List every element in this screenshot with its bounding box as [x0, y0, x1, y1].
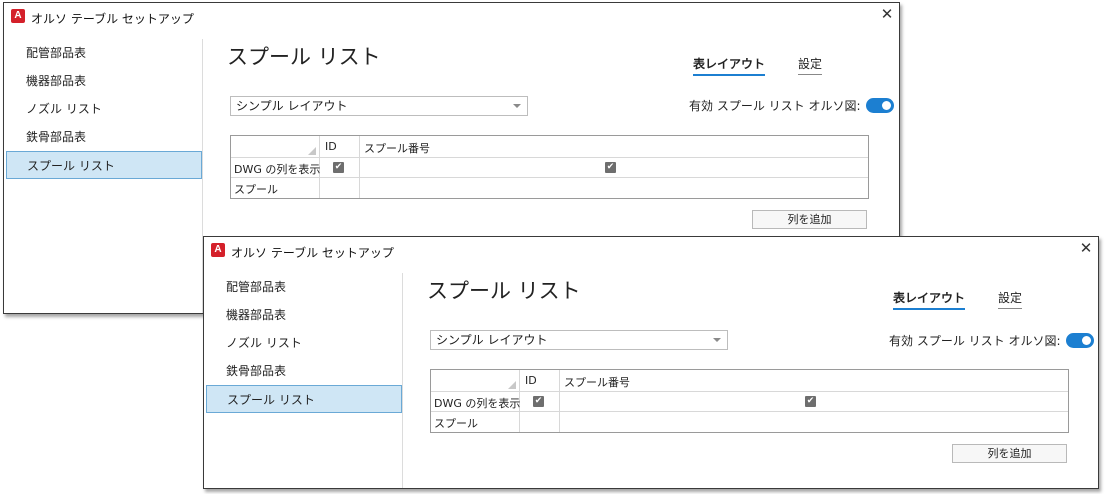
page-title: スプール リスト	[227, 45, 381, 69]
sidebar-item-spool-list[interactable]: スプール リスト	[6, 151, 202, 179]
grid-row-spool	[431, 411, 1068, 432]
column-header-spool-number[interactable]: スプール番号	[364, 140, 430, 156]
sidebar-item-steel-bom[interactable]: 鉄骨部品表	[204, 357, 402, 385]
sidebar-item-nozzle-list[interactable]: ノズル リスト	[4, 95, 202, 123]
row-label-show-columns: DWG の列を表示	[434, 397, 521, 410]
page-title: スプール リスト	[427, 279, 581, 303]
layout-select-value: シンプル レイアウト	[236, 99, 348, 113]
sidebar-item-piping-bom[interactable]: 配管部品表	[4, 39, 202, 67]
layout-select[interactable]: シンプル レイアウト	[230, 96, 528, 116]
enable-label: 有効 スプール リスト オルソ図:	[689, 99, 861, 113]
column-grid: ID スプール番号 DWG の列を表示 スプール ✔ ✔	[230, 135, 869, 199]
sidebar-item-steel-bom[interactable]: 鉄骨部品表	[4, 123, 202, 151]
table-setup-window-front: A オルソ テーブル セットアップ ✕ 配管部品表 機器部品表 ノズル リスト …	[203, 236, 1099, 489]
add-column-button[interactable]: 列を追加	[952, 444, 1067, 463]
enable-row: 有効 スプール リスト オルソ図:	[689, 97, 894, 114]
tab-table-layout[interactable]: 表レイアウト	[693, 55, 766, 76]
window-title: オルソ テーブル セットアップ	[231, 246, 394, 260]
sidebar-item-equipment-bom[interactable]: 機器部品表	[4, 67, 202, 95]
close-icon[interactable]: ✕	[879, 6, 895, 22]
sidebar-item-spool-list[interactable]: スプール リスト	[206, 385, 402, 413]
chevron-down-icon	[513, 104, 521, 108]
grid-divider	[559, 370, 560, 432]
sidebar-item-piping-bom[interactable]: 配管部品表	[204, 273, 402, 301]
corner-triangle-icon	[308, 147, 316, 155]
tab-settings[interactable]: 設定	[998, 289, 1023, 309]
corner-triangle-icon	[508, 381, 516, 389]
enable-toggle[interactable]	[865, 98, 894, 113]
app-icon: A	[211, 243, 225, 257]
layout-select[interactable]: シンプル レイアウト	[430, 330, 728, 350]
grid-row-show-columns	[231, 157, 868, 178]
add-column-button[interactable]: 列を追加	[752, 210, 867, 229]
toggle-knob	[881, 101, 891, 110]
grid-divider	[359, 136, 360, 198]
sidebar: 配管部品表 機器部品表 ノズル リスト 鉄骨部品表 スプール リスト	[204, 273, 403, 488]
title-bar: A オルソ テーブル セットアップ ✕	[4, 3, 899, 31]
checkbox-id-show[interactable]: ✔	[533, 396, 544, 407]
window-title: オルソ テーブル セットアップ	[31, 12, 194, 26]
row-label-spool: スプール	[234, 183, 278, 196]
tab-settings[interactable]: 設定	[798, 55, 823, 75]
checkbox-id-show[interactable]: ✔	[333, 162, 344, 173]
column-header-spool-number[interactable]: スプール番号	[564, 374, 630, 390]
app-icon: A	[11, 9, 25, 23]
toggle-knob	[1081, 336, 1091, 345]
sidebar-item-nozzle-list[interactable]: ノズル リスト	[204, 329, 402, 357]
sidebar-item-equipment-bom[interactable]: 機器部品表	[204, 301, 402, 329]
tab-table-layout[interactable]: 表レイアウト	[893, 289, 966, 310]
column-header-id[interactable]: ID	[525, 374, 537, 387]
chevron-down-icon	[713, 338, 721, 342]
enable-toggle[interactable]	[1065, 333, 1094, 348]
column-header-id[interactable]: ID	[325, 140, 337, 153]
row-label-show-columns: DWG の列を表示	[234, 163, 321, 176]
grid-row-show-columns	[431, 391, 1068, 412]
grid-row-spool	[231, 177, 868, 198]
title-bar: A オルソ テーブル セットアップ ✕	[204, 237, 1098, 265]
column-grid: ID スプール番号 DWG の列を表示 スプール ✔ ✔	[430, 369, 1069, 433]
close-icon[interactable]: ✕	[1078, 240, 1094, 256]
checkbox-spool-number-show[interactable]: ✔	[605, 162, 616, 173]
sidebar: 配管部品表 機器部品表 ノズル リスト 鉄骨部品表 スプール リスト	[4, 39, 203, 313]
enable-row: 有効 スプール リスト オルソ図:	[889, 332, 1094, 349]
checkbox-spool-number-show[interactable]: ✔	[805, 396, 816, 407]
row-label-spool: スプール	[434, 417, 478, 430]
layout-select-value: シンプル レイアウト	[436, 333, 548, 347]
enable-label: 有効 スプール リスト オルソ図:	[889, 334, 1061, 348]
